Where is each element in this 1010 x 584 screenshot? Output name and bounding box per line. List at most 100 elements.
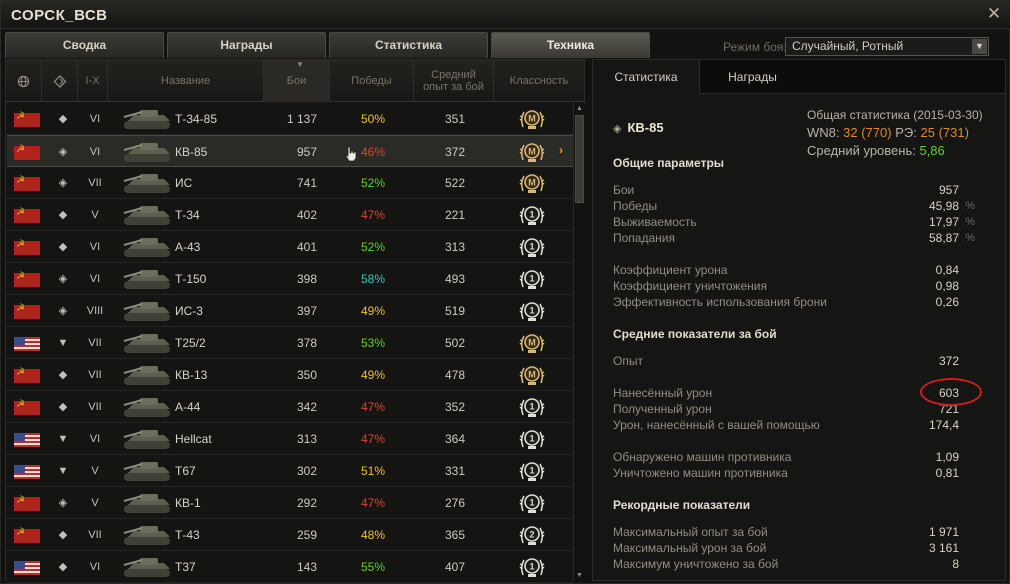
tank-battles: 302 [296, 464, 317, 478]
scroll-up-icon[interactable]: ▲ [574, 103, 585, 114]
sort-mastery-column[interactable]: Классность [494, 60, 584, 102]
re-value: 25 [920, 125, 935, 140]
stat-row: Коэффициент урона 0,84 [613, 262, 975, 278]
table-row[interactable]: ◈ V КВ-1 292 47% 276 1 [7, 487, 573, 519]
svg-text:1: 1 [529, 562, 534, 572]
stat-row: Урон, нанесённый с вашей помощью 174,4 [613, 417, 975, 433]
list-scrollbar[interactable]: ▲ ▼ [573, 103, 585, 581]
table-row[interactable]: ◈VIКВ-8595746%372M› [7, 135, 573, 167]
tank-avg-xp: 221 [444, 208, 466, 222]
tab-vehicles[interactable]: Техника [491, 32, 650, 58]
tank-name: Hellcat [175, 432, 212, 446]
tank-tier: VII [88, 401, 102, 413]
sort-name-column[interactable]: Название [108, 60, 264, 102]
detail-tab-statistics[interactable]: Статистика [593, 60, 699, 94]
sort-descending-icon: ▼ [296, 60, 304, 69]
close-icon[interactable]: ✕ [985, 5, 1003, 23]
vehicle-list-panel: I-X Название Бои Победы Средний опыт за … [5, 59, 585, 583]
tank-winrate: 53% [360, 336, 386, 350]
mastery-badge-icon: M [519, 140, 545, 164]
tank-silhouette-icon [120, 457, 176, 485]
tank-winrate: 52% [360, 176, 386, 190]
section-title: Общие параметры [613, 156, 725, 170]
stat-row: Полученный урон 721 [613, 401, 975, 417]
stat-value: 0,84 [935, 263, 959, 277]
tank-avg-xp: 352 [444, 400, 466, 414]
tab-awards[interactable]: Награды [167, 32, 326, 58]
stat-row: Эффективность использования брони 0,26 [613, 294, 975, 310]
table-row[interactable]: ▼ V T67 302 51% 331 1 [7, 455, 573, 487]
svg-text:1: 1 [529, 242, 534, 252]
re-label: РЭ: [895, 125, 917, 140]
detail-tab-awards[interactable]: Награды [699, 60, 805, 94]
stat-row: Максимальный опыт за бой 1 971 [613, 524, 975, 540]
td-tank-type-icon: ▼ [57, 433, 69, 445]
stat-row: Коэффициент уничтожения 0,98 [613, 278, 975, 294]
stat-label: Полученный урон [613, 402, 712, 416]
svg-text:M: M [528, 114, 536, 124]
stat-label: Коэффициент урона [613, 263, 728, 277]
tank-tier: VII [88, 369, 102, 381]
profile-window: СОРСК_ВСВ ✕ Сводка Награды Статистика Те… [0, 0, 1010, 584]
scroll-thumb[interactable] [575, 115, 584, 203]
tank-name: КВ-1 [175, 496, 201, 510]
tank-tier: VII [88, 177, 102, 189]
svg-text:1: 1 [529, 306, 534, 316]
tank-avg-xp: 519 [444, 304, 466, 318]
svg-text:1: 1 [529, 402, 534, 412]
mastery-badge-icon: 1 [519, 459, 545, 483]
mastery-badge-icon: 1 [519, 555, 545, 579]
svg-text:1: 1 [529, 274, 534, 284]
table-row[interactable]: ◈ VIII ИС-3 397 49% 519 1 [7, 295, 573, 327]
tab-summary[interactable]: Сводка [5, 32, 164, 58]
table-row[interactable]: ◈ VI Т-150 398 58% 493 1 [7, 263, 573, 295]
chevron-down-icon[interactable]: ▼ [972, 39, 987, 54]
tank-silhouette-icon [120, 201, 176, 229]
sort-avg-xp-column[interactable]: Средний опыт за бой [414, 60, 494, 102]
window-title: СОРСК_ВСВ [11, 7, 108, 24]
table-row[interactable]: ◆ VII А-44 342 47% 352 1 [7, 391, 573, 423]
battle-mode-select[interactable]: Случайный, Ротный ▼ [785, 37, 989, 56]
stat-row: Уничтожено машин противника 0,81 [613, 465, 975, 481]
table-row[interactable]: ▼ VI Hellcat 313 47% 364 1 [7, 423, 573, 455]
stat-row: Победы 45,98% [613, 198, 975, 214]
svg-text:1: 1 [529, 434, 534, 444]
table-row[interactable]: ▼ VII T25/2 378 53% 502 M [7, 327, 573, 359]
sort-type-column[interactable] [42, 60, 78, 102]
tank-winrate: 47% [360, 496, 386, 510]
table-row[interactable]: ◆ VI T37 143 55% 407 1 [7, 551, 573, 583]
tank-avg-xp: 331 [444, 464, 466, 478]
medium-tank-type-icon: ◆ [58, 369, 68, 381]
table-row[interactable]: ◆ VII КВ-13 350 49% 478 M [7, 359, 573, 391]
table-row[interactable]: ◆ VI Т-34-85 1 137 50% 351 M [7, 103, 573, 135]
scroll-down-icon[interactable]: ▼ [574, 570, 585, 581]
svg-text:M: M [528, 338, 536, 348]
tank-tier: VI [89, 561, 101, 573]
tank-silhouette-icon [120, 169, 176, 197]
tank-avg-xp: 522 [444, 176, 466, 190]
tank-avg-xp: 478 [444, 368, 466, 382]
section-title: Средние показатели за бой [613, 327, 777, 341]
table-row[interactable]: ◆ V Т-34 402 47% 221 1 [7, 199, 573, 231]
medium-tank-type-icon: ◆ [58, 529, 68, 541]
svg-text:1: 1 [529, 466, 534, 476]
table-row[interactable]: ◈ VII ИС 741 52% 522 M [7, 167, 573, 199]
sort-wins-column[interactable]: Победы [330, 60, 414, 102]
overall-stats: Общая статистика (2015-03-30) WN8: 32 (7… [807, 106, 1007, 160]
mastery-badge-icon: 1 [519, 235, 545, 259]
tank-name: А-44 [175, 400, 201, 414]
tank-tier: VII [88, 529, 102, 541]
tank-name: ИС-3 [175, 304, 203, 318]
tab-statistics[interactable]: Статистика [329, 32, 488, 58]
tank-name: А-43 [175, 240, 201, 254]
stat-row: Опыт 372 [613, 353, 975, 369]
sort-nation-column[interactable] [6, 60, 42, 102]
mastery-badge-icon: 1 [519, 491, 545, 515]
mastery-badge-icon: M [519, 363, 545, 387]
table-row[interactable]: ◆ VI А-43 401 52% 313 1 [7, 231, 573, 263]
tank-avg-xp: 407 [444, 560, 466, 574]
usa-flag-icon [14, 433, 40, 447]
sort-tier-column[interactable]: I-X [78, 60, 108, 102]
mastery-badge-icon: 2 [519, 523, 545, 547]
table-row[interactable]: ◆ VII Т-43 259 48% 365 2 [7, 519, 573, 551]
